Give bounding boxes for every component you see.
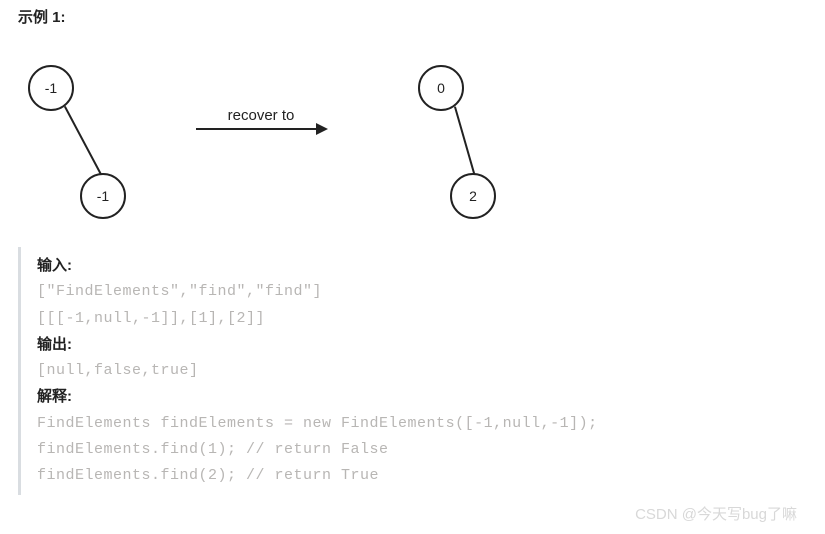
input-line-1: ["FindElements","find","find"] (37, 279, 807, 305)
example-body: 输入: ["FindElements","find","find"] [[[-1… (18, 247, 807, 495)
left-tree-right-child: -1 (80, 173, 126, 219)
input-label: 输入: (37, 253, 807, 279)
arrow-label: recover to (196, 107, 326, 124)
example-heading: 示例 1: (0, 0, 825, 37)
explain-line-2: findElements.find(1); // return False (37, 437, 807, 463)
explain-line-3: findElements.find(2); // return True (37, 463, 807, 489)
left-tree-edge (64, 106, 102, 176)
right-tree-right-child: 2 (450, 173, 496, 219)
watermark: CSDN @今天写bug了嘛 (635, 503, 797, 524)
recover-arrow: recover to (196, 107, 326, 130)
arrow-line (196, 128, 326, 130)
left-tree-root: -1 (28, 65, 74, 111)
explain-line-1: FindElements findElements = new FindElem… (37, 411, 807, 437)
explain-label: 解释: (37, 384, 807, 410)
right-tree-root: 0 (418, 65, 464, 111)
output-line: [null,false,true] (37, 358, 807, 384)
right-tree-edge (454, 106, 477, 182)
input-line-2: [[[-1,null,-1]],[1],[2]] (37, 306, 807, 332)
diagram-area: -1 -1 recover to 0 2 (18, 37, 825, 247)
output-label: 输出: (37, 332, 807, 358)
